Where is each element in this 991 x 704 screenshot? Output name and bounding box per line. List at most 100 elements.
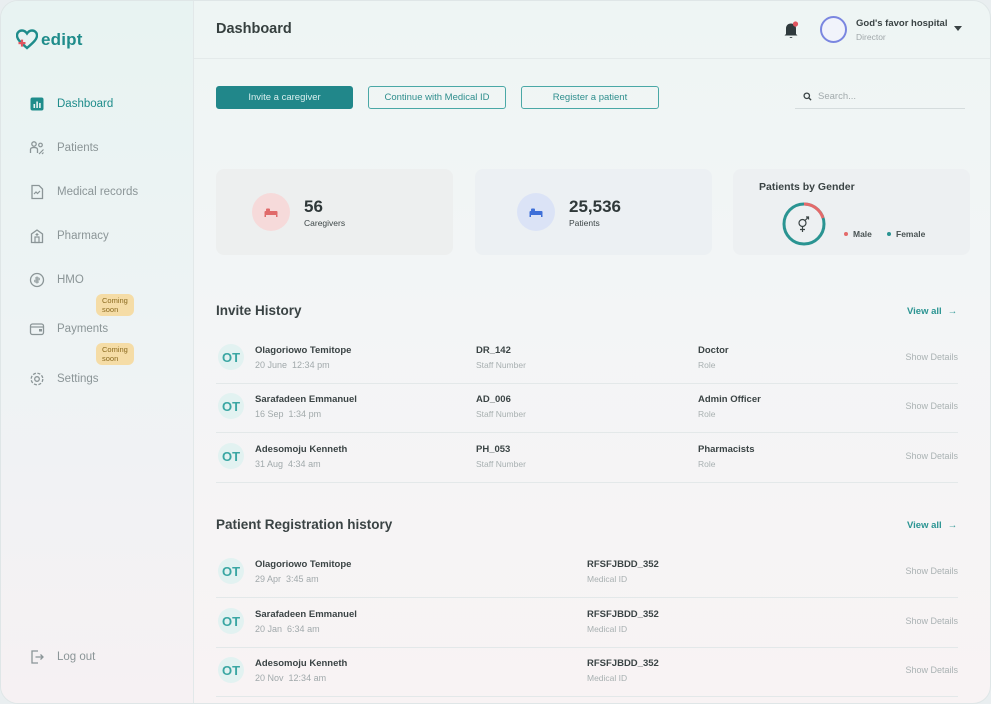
- table-row: OT Adesomoju Kenneth 31 Aug 4:34 am PH_0…: [216, 433, 958, 483]
- document-icon: [29, 184, 45, 200]
- caregivers-card: 56 Caregivers: [216, 169, 453, 255]
- chevron-down-icon[interactable]: [954, 26, 962, 31]
- avatar[interactable]: [820, 16, 847, 43]
- sidebar-item-pharmacy[interactable]: Pharmacy: [29, 226, 169, 246]
- row-name: Adesomoju Kenneth: [255, 444, 348, 455]
- sidebar-item-patients[interactable]: Patients: [29, 138, 169, 158]
- pharmacy-icon: [29, 228, 45, 244]
- wallet-icon: [29, 321, 45, 337]
- app-window: edipt Dashboard Patients Medical records: [0, 0, 991, 704]
- show-details-link[interactable]: Show Details: [905, 665, 958, 675]
- gender-symbol-icon: [798, 216, 810, 232]
- invite-caregiver-button[interactable]: Invite a caregiver: [216, 86, 353, 109]
- avatar-initials: OT: [218, 657, 244, 683]
- coming-soon-badge: Coming soon: [96, 343, 134, 365]
- top-header: Dashboard God's favor hospital Director: [194, 1, 990, 59]
- patients-card: 25,536 Patients: [475, 169, 712, 255]
- continue-medical-id-button[interactable]: Continue with Medical ID: [368, 86, 506, 109]
- sidebar-item-label: HMO: [57, 274, 84, 286]
- notification-bell-icon[interactable]: [782, 20, 800, 40]
- heart-logo-icon: [15, 29, 39, 51]
- user-role: Director: [856, 32, 886, 42]
- sidebar: edipt Dashboard Patients Medical records: [1, 1, 194, 703]
- logout-button[interactable]: Log out: [29, 649, 95, 665]
- show-details-link[interactable]: Show Details: [905, 566, 958, 576]
- avatar-initials: OT: [218, 608, 244, 634]
- registration-history-view-all-link[interactable]: View all →: [907, 520, 957, 531]
- show-details-link[interactable]: Show Details: [905, 451, 958, 461]
- hmo-icon: [29, 272, 45, 288]
- people-icon: [29, 140, 45, 156]
- page-title: Dashboard: [216, 21, 292, 37]
- registration-history-title: Patient Registration history: [216, 517, 393, 532]
- patients-count: 25,536: [569, 197, 621, 216]
- register-patient-button[interactable]: Register a patient: [521, 86, 659, 109]
- row-medical-id-label: Medical ID: [587, 574, 628, 584]
- table-row: OT Olagoriowo Temitope 29 Apr 3:45 am RF…: [216, 548, 958, 598]
- sidebar-item-payments[interactable]: Payments: [29, 319, 169, 339]
- row-staff-number: PH_053: [476, 444, 511, 455]
- row-role-label: Role: [698, 360, 716, 370]
- row-medical-id-label: Medical ID: [587, 673, 628, 683]
- sidebar-item-dashboard[interactable]: Dashboard: [29, 94, 169, 114]
- legend-female: Female: [887, 229, 925, 239]
- sidebar-item-label: Pharmacy: [57, 230, 109, 242]
- invite-history-title: Invite History: [216, 303, 302, 318]
- row-datetime: 20 Jan 6:34 am: [255, 624, 320, 634]
- patients-label: Patients: [569, 218, 600, 228]
- logo[interactable]: edipt: [15, 29, 83, 51]
- legend-dot: [844, 232, 848, 236]
- view-all-label: View all: [907, 520, 942, 531]
- row-medical-id-label: Medical ID: [587, 624, 628, 634]
- row-name: Sarafadeen Emmanuel: [255, 394, 357, 405]
- bed-icon: [252, 193, 290, 231]
- sidebar-item-label: Medical records: [57, 186, 139, 198]
- row-name: Sarafadeen Emmanuel: [255, 609, 357, 620]
- row-role-label: Role: [698, 459, 716, 469]
- logout-label: Log out: [57, 651, 96, 663]
- avatar-initials: OT: [218, 344, 244, 370]
- row-role: Doctor: [698, 345, 729, 356]
- gender-card-title: Patients by Gender: [759, 181, 855, 193]
- bed-icon: [517, 193, 555, 231]
- show-details-link[interactable]: Show Details: [905, 352, 958, 362]
- legend-male: Male: [844, 229, 872, 239]
- row-datetime: 20 June 12:34 pm: [255, 360, 330, 370]
- table-row: OT Sarafadeen Emmanuel 16 Sep 1:34 pm AD…: [216, 383, 958, 433]
- sidebar-item-medical-records[interactable]: Medical records: [29, 182, 169, 202]
- show-details-link[interactable]: Show Details: [905, 616, 958, 626]
- table-row: OT Adesomoju Kenneth 20 Nov 12:34 am RFS…: [216, 647, 958, 697]
- logout-icon: [29, 649, 45, 665]
- row-name: Adesomoju Kenneth: [255, 658, 348, 669]
- sidebar-item-label: Patients: [57, 142, 99, 154]
- row-staff-number: DR_142: [476, 345, 511, 356]
- gear-icon: [29, 371, 45, 387]
- chart-icon: [29, 96, 45, 112]
- search-input[interactable]: [818, 91, 958, 102]
- caregivers-count: 56: [304, 197, 323, 216]
- row-datetime: 20 Nov 12:34 am: [255, 673, 327, 683]
- logo-text: edipt: [41, 30, 83, 49]
- legend-dot: [887, 232, 891, 236]
- show-details-link[interactable]: Show Details: [905, 401, 958, 411]
- gender-card: Patients by Gender Male Female: [733, 169, 970, 255]
- row-datetime: 16 Sep 1:34 pm: [255, 409, 322, 419]
- row-medical-id: RFSFJBDD_352: [587, 559, 659, 570]
- sidebar-item-settings[interactable]: Settings: [29, 369, 169, 389]
- coming-soon-badge: Coming soon: [96, 294, 134, 316]
- row-staff-number-label: Staff Number: [476, 459, 526, 469]
- sidebar-item-hmo[interactable]: HMO: [29, 270, 169, 290]
- avatar-initials: OT: [218, 558, 244, 584]
- legend-male-label: Male: [853, 229, 872, 239]
- user-name[interactable]: God's favor hospital: [856, 18, 947, 29]
- row-medical-id: RFSFJBDD_352: [587, 658, 659, 669]
- legend-female-label: Female: [896, 229, 926, 239]
- table-row: OT Olagoriowo Temitope 20 June 12:34 pm …: [216, 334, 958, 384]
- search-box: [795, 85, 965, 109]
- view-all-label: View all: [907, 306, 942, 317]
- sidebar-item-label: Settings: [57, 373, 99, 385]
- sidebar-item-label: Payments: [57, 323, 109, 335]
- row-role: Pharmacists: [698, 444, 755, 455]
- row-staff-number: AD_006: [476, 394, 511, 405]
- invite-history-view-all-link[interactable]: View all →: [907, 306, 957, 317]
